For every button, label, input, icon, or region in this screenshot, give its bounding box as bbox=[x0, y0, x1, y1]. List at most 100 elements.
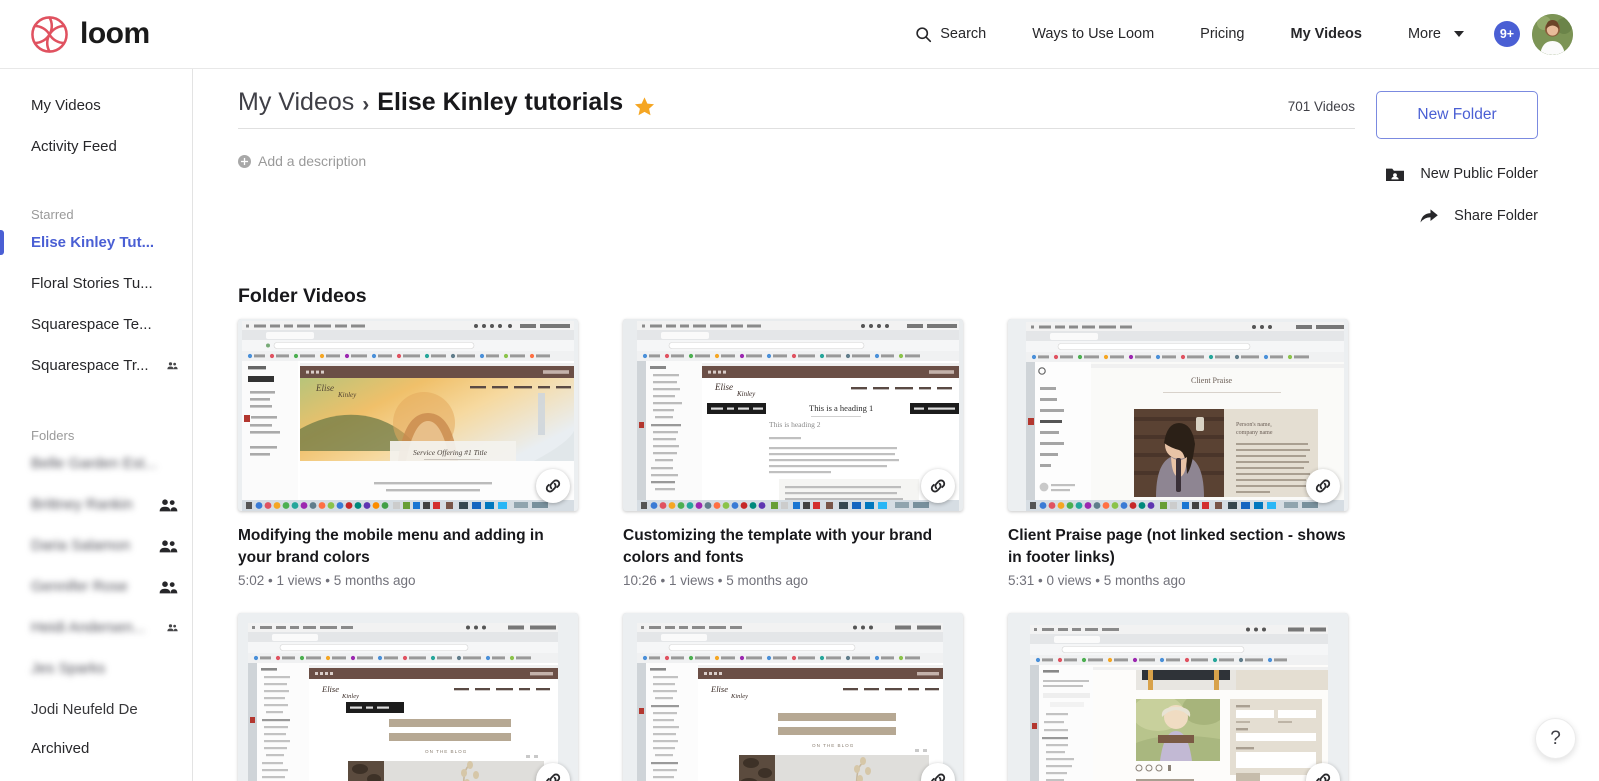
nav-search-button[interactable]: Search bbox=[915, 20, 986, 49]
link-badge[interactable] bbox=[536, 469, 570, 503]
video-card[interactable]: Client Praise Person's name, company nam… bbox=[1008, 319, 1348, 588]
group-icon bbox=[159, 498, 178, 511]
video-grid: Elise Kinley Service Offering #1 Title M… bbox=[238, 319, 1388, 781]
nav-search-label: Search bbox=[940, 26, 987, 42]
page-title: Elise Kinley tutorials bbox=[377, 88, 624, 116]
add-description-button[interactable]: Add a description bbox=[238, 153, 366, 169]
avatar[interactable] bbox=[1532, 13, 1573, 55]
svg-text:Elise: Elise bbox=[321, 684, 339, 694]
sidebar-folder-gennifer-rose[interactable]: Gennifer Rose bbox=[0, 566, 192, 607]
link-badge[interactable] bbox=[921, 469, 955, 503]
svg-text:Person's name,: Person's name, bbox=[1236, 422, 1272, 428]
svg-text:Kinley: Kinley bbox=[730, 693, 748, 700]
link-icon bbox=[930, 479, 946, 493]
svg-text:Elise: Elise bbox=[315, 383, 334, 393]
sidebar-item-label: Squarespace Tr... bbox=[31, 357, 149, 374]
sidebar-item-label: Heidi Andersen... bbox=[31, 619, 146, 636]
video-meta: 10:26 • 1 views • 5 months ago bbox=[623, 573, 809, 588]
share-folder-button[interactable]: Share Folder bbox=[1419, 206, 1538, 226]
squarespace-blog-buttons-page-thumbnail: Elise Kinley ON THE BLOG bbox=[238, 613, 578, 781]
new-public-folder-label: New Public Folder bbox=[1420, 166, 1538, 182]
video-card[interactable] bbox=[1008, 613, 1348, 781]
nav-item-label: More bbox=[1407, 26, 1441, 42]
sidebar-item-label: My Videos bbox=[31, 97, 101, 114]
svg-text:This is heading 2: This is heading 2 bbox=[769, 420, 821, 429]
link-icon bbox=[545, 479, 561, 493]
link-icon bbox=[1315, 479, 1331, 493]
breadcrumb-parent-link[interactable]: My Videos bbox=[238, 88, 354, 117]
svg-text:Client Praise: Client Praise bbox=[1191, 376, 1233, 385]
avatar-image bbox=[1532, 13, 1573, 55]
video-count: 701 Videos bbox=[1287, 99, 1355, 114]
video-title: Customizing the template with your brand… bbox=[623, 527, 933, 566]
sidebar-item-elise-kinley-tutorials[interactable]: Elise Kinley Tut... bbox=[0, 222, 192, 263]
group-small-icon bbox=[167, 624, 178, 632]
squarespace-blog-buttons-page-2-thumbnail: Elise Kinley ON THE BLOG bbox=[623, 613, 963, 781]
video-card[interactable]: Elise Kinley ON THE BLOG bbox=[238, 613, 578, 781]
link-icon bbox=[931, 773, 946, 781]
nav-item-my-videos[interactable]: My Videos bbox=[1291, 20, 1362, 48]
sidebar-folder-heidi-andersen[interactable]: Heidi Andersen... bbox=[0, 607, 192, 648]
notifications-badge[interactable]: 9+ bbox=[1494, 21, 1520, 47]
video-card[interactable]: Elise Kinley This is a heading 1 This is… bbox=[623, 319, 963, 588]
main-content: My Videos › Elise Kinley tutorials 701 V… bbox=[193, 69, 1599, 781]
video-thumbnail[interactable]: Elise Kinley This is a heading 1 This is… bbox=[623, 319, 963, 511]
sidebar-heading-starred: Starred bbox=[31, 207, 74, 222]
new-folder-button[interactable]: New Folder bbox=[1376, 91, 1538, 139]
nav-item-label: Pricing bbox=[1200, 26, 1245, 42]
sidebar: My Videos Activity Feed Starred Elise Ki… bbox=[0, 69, 193, 781]
new-public-folder-button[interactable]: New Public Folder bbox=[1385, 164, 1538, 184]
sidebar-item-squarespace-templates[interactable]: Squarespace Te... bbox=[0, 304, 192, 345]
video-card[interactable]: Elise Kinley ON THE BLOG bbox=[623, 613, 963, 781]
sidebar-item-my-videos[interactable]: My Videos bbox=[0, 85, 192, 126]
sidebar-item-label: Gennifer Rose bbox=[31, 578, 128, 595]
public-folder-icon bbox=[1386, 168, 1405, 181]
video-thumbnail[interactable]: Elise Kinley Service Offering #1 Title M… bbox=[238, 319, 578, 511]
brand-name: loom bbox=[80, 17, 150, 50]
sidebar-folder-brittney-rankin[interactable]: Brittney Rankin bbox=[0, 484, 192, 525]
sidebar-item-label: Squarespace Te... bbox=[31, 316, 152, 333]
sidebar-item-activity-feed[interactable]: Activity Feed bbox=[0, 126, 192, 167]
link-icon bbox=[546, 773, 561, 781]
video-thumbnail[interactable] bbox=[1008, 613, 1348, 781]
loom-logo-icon bbox=[31, 15, 68, 53]
sidebar-folder-daria-salamon[interactable]: Daria Salamon bbox=[0, 525, 192, 566]
link-badge[interactable] bbox=[1306, 469, 1340, 503]
svg-text:This is a heading 1: This is a heading 1 bbox=[809, 403, 873, 413]
sidebar-item-label: Activity Feed bbox=[31, 138, 117, 155]
sidebar-item-archived[interactable]: Archived bbox=[0, 728, 192, 769]
nav-item-more[interactable]: More bbox=[1408, 20, 1464, 48]
breadcrumb: My Videos › Elise Kinley tutorials 701 V… bbox=[238, 88, 1355, 129]
video-title: Modifying the mobile menu and adding in … bbox=[238, 527, 544, 566]
star-icon[interactable] bbox=[634, 96, 655, 117]
squarespace-contact-form-page-thumbnail bbox=[1008, 613, 1348, 781]
loom-logo-link[interactable]: loom bbox=[30, 15, 150, 54]
video-thumbnail[interactable]: Client Praise Person's name, company nam… bbox=[1008, 319, 1348, 511]
add-description-label: Add a description bbox=[258, 153, 367, 169]
sidebar-folder-jes-sparks[interactable]: Jes Sparks bbox=[0, 648, 192, 689]
sidebar-item-label: Elise Kinley Tut... bbox=[31, 234, 155, 251]
sidebar-item-squarespace-training[interactable]: Squarespace Tr... bbox=[0, 345, 192, 386]
search-icon bbox=[916, 26, 932, 42]
video-thumbnail[interactable]: Elise Kinley ON THE BLOG bbox=[238, 613, 578, 781]
sidebar-folder-belle-garden[interactable]: Belle Garden Est... bbox=[0, 443, 192, 484]
video-row: Elise Kinley Service Offering #1 Title M… bbox=[238, 319, 1388, 588]
nav-item-label: My Videos bbox=[1290, 26, 1362, 42]
breadcrumb-separator: › bbox=[362, 93, 370, 116]
group-icon bbox=[159, 580, 178, 593]
video-card[interactable]: Elise Kinley Service Offering #1 Title M… bbox=[238, 319, 578, 588]
svg-text:Service Offering #1 Title: Service Offering #1 Title bbox=[413, 448, 488, 457]
section-title-folder-videos: Folder Videos bbox=[238, 285, 367, 307]
top-navigation-bar: loom Search Ways to Use Loom Pricing My … bbox=[0, 0, 1599, 69]
nav-item-pricing[interactable]: Pricing bbox=[1200, 20, 1244, 48]
sidebar-item-floral-stories-tutorials[interactable]: Floral Stories Tu... bbox=[0, 263, 192, 304]
video-thumbnail[interactable]: Elise Kinley ON THE BLOG bbox=[623, 613, 963, 781]
sidebar-item-label: Belle Garden Est... bbox=[31, 455, 157, 472]
help-button[interactable]: ? bbox=[1535, 718, 1576, 759]
svg-text:ON THE BLOG: ON THE BLOG bbox=[425, 749, 467, 754]
video-meta: 5:31 • 0 views • 5 months ago bbox=[1008, 573, 1186, 588]
share-folder-label: Share Folder bbox=[1454, 208, 1538, 224]
video-row: Elise Kinley ON THE BLOG Elise Kinley ON… bbox=[238, 613, 1388, 781]
sidebar-folder-jodi-neufeld[interactable]: Jodi Neufeld De bbox=[0, 689, 192, 730]
nav-item-ways-to-use-loom[interactable]: Ways to Use Loom bbox=[1032, 20, 1154, 48]
